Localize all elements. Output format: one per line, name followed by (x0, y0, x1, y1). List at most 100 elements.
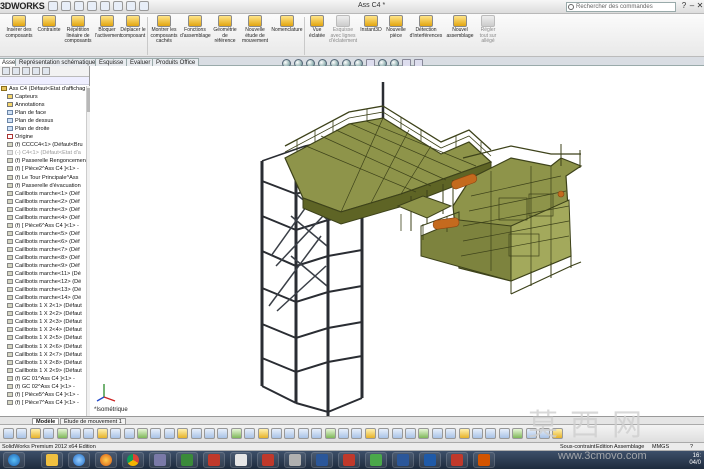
toolbar-tool-icon[interactable] (257, 428, 269, 439)
graphics-area[interactable] (91, 66, 704, 421)
toolbar-tool-icon[interactable] (378, 428, 390, 439)
tree-item[interactable]: Caillbotis marche<4> (Déf (1, 214, 89, 222)
toolbar-tool-icon[interactable] (498, 428, 510, 439)
print-icon[interactable] (87, 1, 97, 11)
tree-item[interactable]: (-) C4<1> (Défaut<Etat d'a (1, 149, 89, 157)
tree-item[interactable]: Caillbotis 1 X 2<6> (Défaut (1, 343, 89, 351)
tree-item[interactable]: Caillbotis marche<13> (Dé (1, 286, 89, 294)
taskbar-app-6[interactable] (176, 452, 198, 468)
tab-evaluer[interactable]: Evaluer (126, 58, 155, 66)
toolbar-tool-icon[interactable] (83, 428, 95, 439)
open-icon[interactable] (61, 1, 71, 11)
toolbar-tool-icon[interactable] (110, 428, 122, 439)
set-lightweight-button[interactable]: Régler tout sur allégé (476, 15, 500, 45)
toolbar-tool-icon[interactable] (324, 428, 336, 439)
tree-item[interactable]: Caillbotis 1 X 2<4> (Défaut (1, 326, 89, 334)
toolbar-tool-icon[interactable] (123, 428, 135, 439)
taskbar-explorer[interactable] (41, 452, 63, 468)
tree-item[interactable]: Capteurs (1, 93, 89, 101)
tree-item[interactable]: Caillbotis marche<12> (Dé (1, 278, 89, 286)
new-document-icon[interactable] (48, 1, 58, 11)
toolbar-tool-icon[interactable] (311, 428, 323, 439)
linear-pattern-button[interactable]: Répétition linéaire de composants (62, 15, 94, 45)
property-manager-tab-icon[interactable] (12, 67, 20, 75)
tree-item[interactable]: (f) [ Pièce7^Ass C4 ]<1> - (1, 399, 89, 407)
tree-item[interactable]: Caillbotis marche<5> (Déf (1, 230, 89, 238)
toolbar-tool-icon[interactable] (56, 428, 68, 439)
new-part-button[interactable]: Nouvelle pièce (385, 15, 407, 39)
toolbar-tool-icon[interactable] (177, 428, 189, 439)
taskbar-app-8[interactable] (230, 452, 252, 468)
toolbar-tool-icon[interactable] (163, 428, 175, 439)
toolbar-tool-icon[interactable] (70, 428, 81, 439)
dimxpert-tab-icon[interactable] (32, 67, 40, 75)
feature-manager-tab-icon[interactable] (2, 67, 10, 75)
tree-item[interactable]: Caillbotis marche<1> (Déf (1, 190, 89, 198)
tree-item[interactable]: Caillbotis 1 X 2<9> (Défaut (1, 367, 89, 375)
tab-esquisse[interactable]: Esquisse (95, 58, 128, 66)
taskbar-chrome[interactable] (122, 452, 144, 468)
tree-item[interactable]: (f) Le Tour Principale^Ass (1, 174, 89, 182)
save-icon[interactable] (74, 1, 84, 11)
rebuild-icon[interactable] (126, 1, 136, 11)
toolbar-tool-icon[interactable] (512, 428, 524, 439)
toolbar-tool-icon[interactable] (217, 428, 229, 439)
insert-components-button[interactable]: Insérer des composants (2, 15, 36, 39)
tree-item[interactable]: Caillbotis marche<2> (Déf (1, 198, 89, 206)
taskbar-app-17[interactable] (473, 452, 495, 468)
toolbar-tool-icon[interactable] (391, 428, 403, 439)
tree-item[interactable]: Plan de droite (1, 125, 89, 133)
configuration-manager-tab-icon[interactable] (22, 67, 30, 75)
toolbar-tool-icon[interactable] (418, 428, 430, 439)
tree-item[interactable]: (f) [ Pièce2^Ass C4 ]<1> - (1, 165, 89, 173)
taskbar-app-5[interactable] (149, 452, 171, 468)
taskbar-app-14[interactable] (392, 452, 414, 468)
tree-item[interactable]: Caillbotis 1 X 2<7> (Défaut (1, 351, 89, 359)
taskbar-ie[interactable] (68, 452, 90, 468)
reference-geometry-button[interactable]: Géométrie de référence (211, 15, 239, 45)
toolbar-tool-icon[interactable] (96, 428, 108, 439)
taskbar-app-7[interactable] (203, 452, 225, 468)
interference-detection-button[interactable]: Détection d'interférences (408, 15, 444, 39)
tree-item[interactable]: (f) GC 01^Ass C4 ]<1> - (1, 375, 89, 383)
taskbar-app-12[interactable] (338, 452, 360, 468)
tree-item[interactable]: Caillbotis marche<6> (Déf (1, 238, 89, 246)
tree-item[interactable]: (f) [ Pièce6^Ass C4 ]<1> - (1, 222, 89, 230)
tree-item[interactable]: Caillbotis 1 X 2<5> (Défaut (1, 334, 89, 342)
toolbar-tool-icon[interactable] (472, 428, 483, 439)
taskbar-app-15[interactable] (419, 452, 441, 468)
scrollbar-thumb[interactable] (87, 88, 90, 112)
tree-item[interactable]: Annotations (1, 101, 89, 109)
toolbar-tool-icon[interactable] (150, 428, 162, 439)
tree-item[interactable]: Plan de face (1, 109, 89, 117)
toolbar-tool-icon[interactable] (244, 428, 256, 439)
tree-item[interactable]: (f) CCCC4<1> (Défaut<Bru (1, 141, 89, 149)
tree-item[interactable]: Caillbotis marche<7> (Déf (1, 246, 89, 254)
toolbar-tool-icon[interactable] (297, 428, 309, 439)
options-icon[interactable] (139, 1, 149, 11)
tab-representation-schematique[interactable]: Représentation schématique (15, 58, 100, 66)
search-input[interactable]: Rechercher des commandes (566, 2, 676, 12)
toolbar-tool-icon[interactable] (284, 428, 296, 439)
tree-item[interactable]: Plan de dessus (1, 117, 89, 125)
toolbar-tool-icon[interactable] (230, 428, 242, 439)
tree-item[interactable]: Caillbotis 1 X 2<1> (Défaut (1, 302, 89, 310)
tab-produits-office[interactable]: Produits Office (152, 58, 200, 66)
tab-model[interactable]: Modèle (32, 418, 60, 425)
taskbar-app-16[interactable] (446, 452, 468, 468)
status-help[interactable]: ? (690, 443, 693, 451)
taskbar-app-9[interactable] (257, 452, 279, 468)
explode-line-sketch-button[interactable]: Esquisse avec lignes d'éclatement (329, 15, 357, 45)
toolbar-tool-icon[interactable] (190, 428, 202, 439)
toolbar-tool-icon[interactable] (3, 428, 14, 439)
toolbar-tool-icon[interactable] (204, 428, 215, 439)
tree-item[interactable]: (f) Passerelle Rengoncement (1, 157, 89, 165)
toolbar-tool-icon[interactable] (364, 428, 376, 439)
toolbar-tool-icon[interactable] (29, 428, 41, 439)
tree-item[interactable]: Caillbotis marche<14> (Dé (1, 294, 89, 302)
taskbar-firefox[interactable] (95, 452, 117, 468)
show-hidden-button[interactable]: Montrer les composants cachés (149, 15, 179, 45)
toolbar-tool-icon[interactable] (43, 428, 55, 439)
tree-item[interactable]: Ass C4 (Défaut<Etat d'affichag (1, 85, 89, 93)
tree-item[interactable]: (f) Passerelle d'évacuation (1, 182, 89, 190)
